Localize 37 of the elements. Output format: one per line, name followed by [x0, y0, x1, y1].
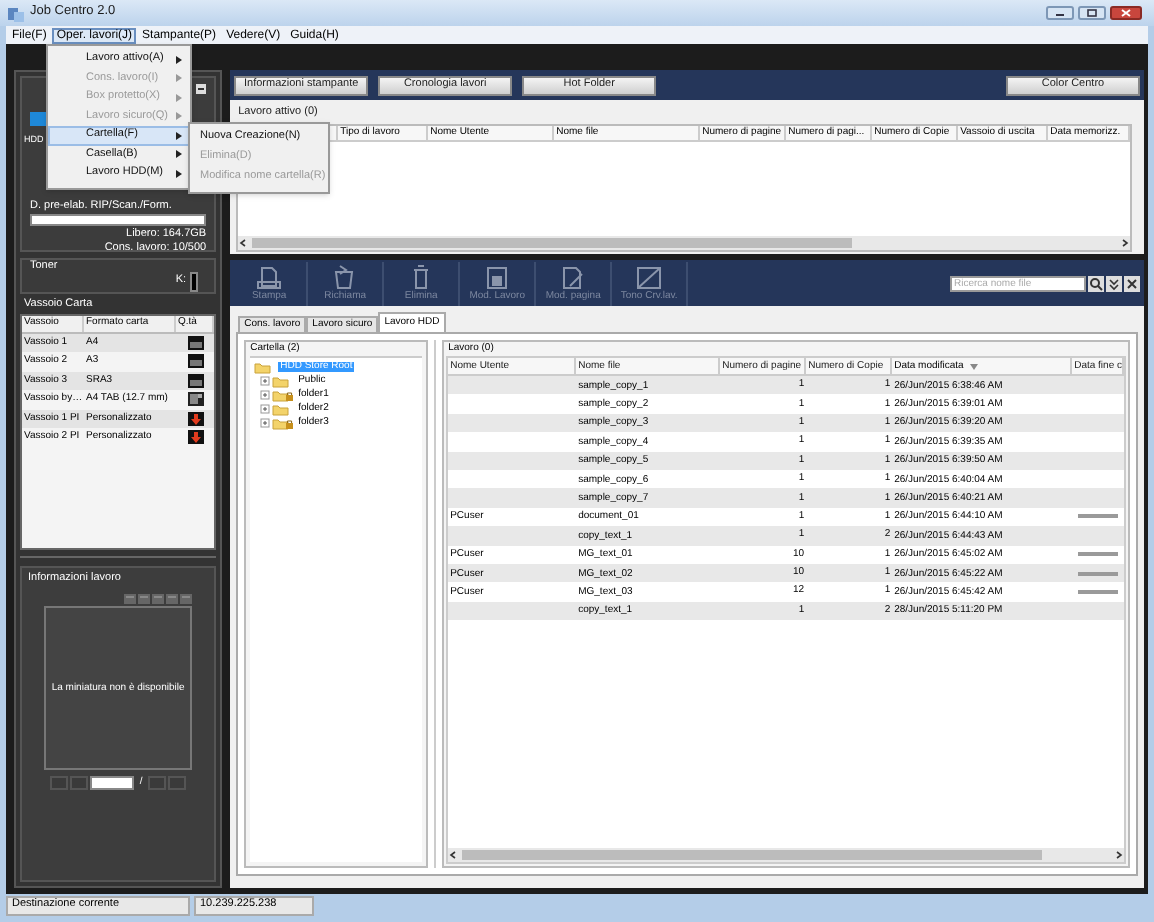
expand-icon [260, 418, 271, 428]
page-field[interactable] [89, 776, 134, 790]
submenu-arrow-icon [176, 131, 182, 140]
next-page-button[interactable] [148, 776, 167, 790]
scroll-right-icon [1120, 238, 1130, 248]
horizontal-scrollbar[interactable] [448, 848, 1124, 862]
first-page-button[interactable] [49, 776, 68, 790]
submenu-arrow-icon [176, 74, 182, 83]
horizontal-scrollbar[interactable] [238, 236, 1130, 250]
submenu-arrow-icon [176, 93, 182, 102]
print-icon [254, 264, 285, 290]
toner-gauge [190, 271, 199, 291]
app-icon [8, 5, 24, 21]
submenu-arrow-icon [176, 55, 182, 64]
scroll-left-icon [448, 850, 459, 860]
last-page-button[interactable] [168, 776, 187, 790]
edit-page-icon [558, 264, 589, 290]
paper-tab-icon [187, 392, 204, 407]
scroll-right-icon [1114, 850, 1124, 860]
sort-icon [969, 363, 978, 369]
scroll-left-icon [238, 238, 249, 248]
double-chevron-icon [1106, 275, 1122, 291]
expand-icon [260, 404, 271, 414]
submenu-arrow-icon [176, 169, 182, 178]
close-icon [1110, 6, 1142, 20]
expand-icon [260, 376, 271, 386]
edit-job-icon [482, 264, 513, 290]
submenu-arrow-icon [176, 150, 182, 159]
close-icon [1124, 275, 1140, 291]
minimize-icon [1046, 6, 1074, 20]
expand-icon [260, 390, 271, 400]
tone-curve-icon [634, 264, 665, 290]
submenu-arrow-icon [176, 112, 182, 121]
collapse-icon [196, 84, 207, 94]
previous-page-button[interactable] [69, 776, 88, 790]
search-icon [1088, 275, 1104, 291]
maximize-icon [1078, 6, 1106, 20]
